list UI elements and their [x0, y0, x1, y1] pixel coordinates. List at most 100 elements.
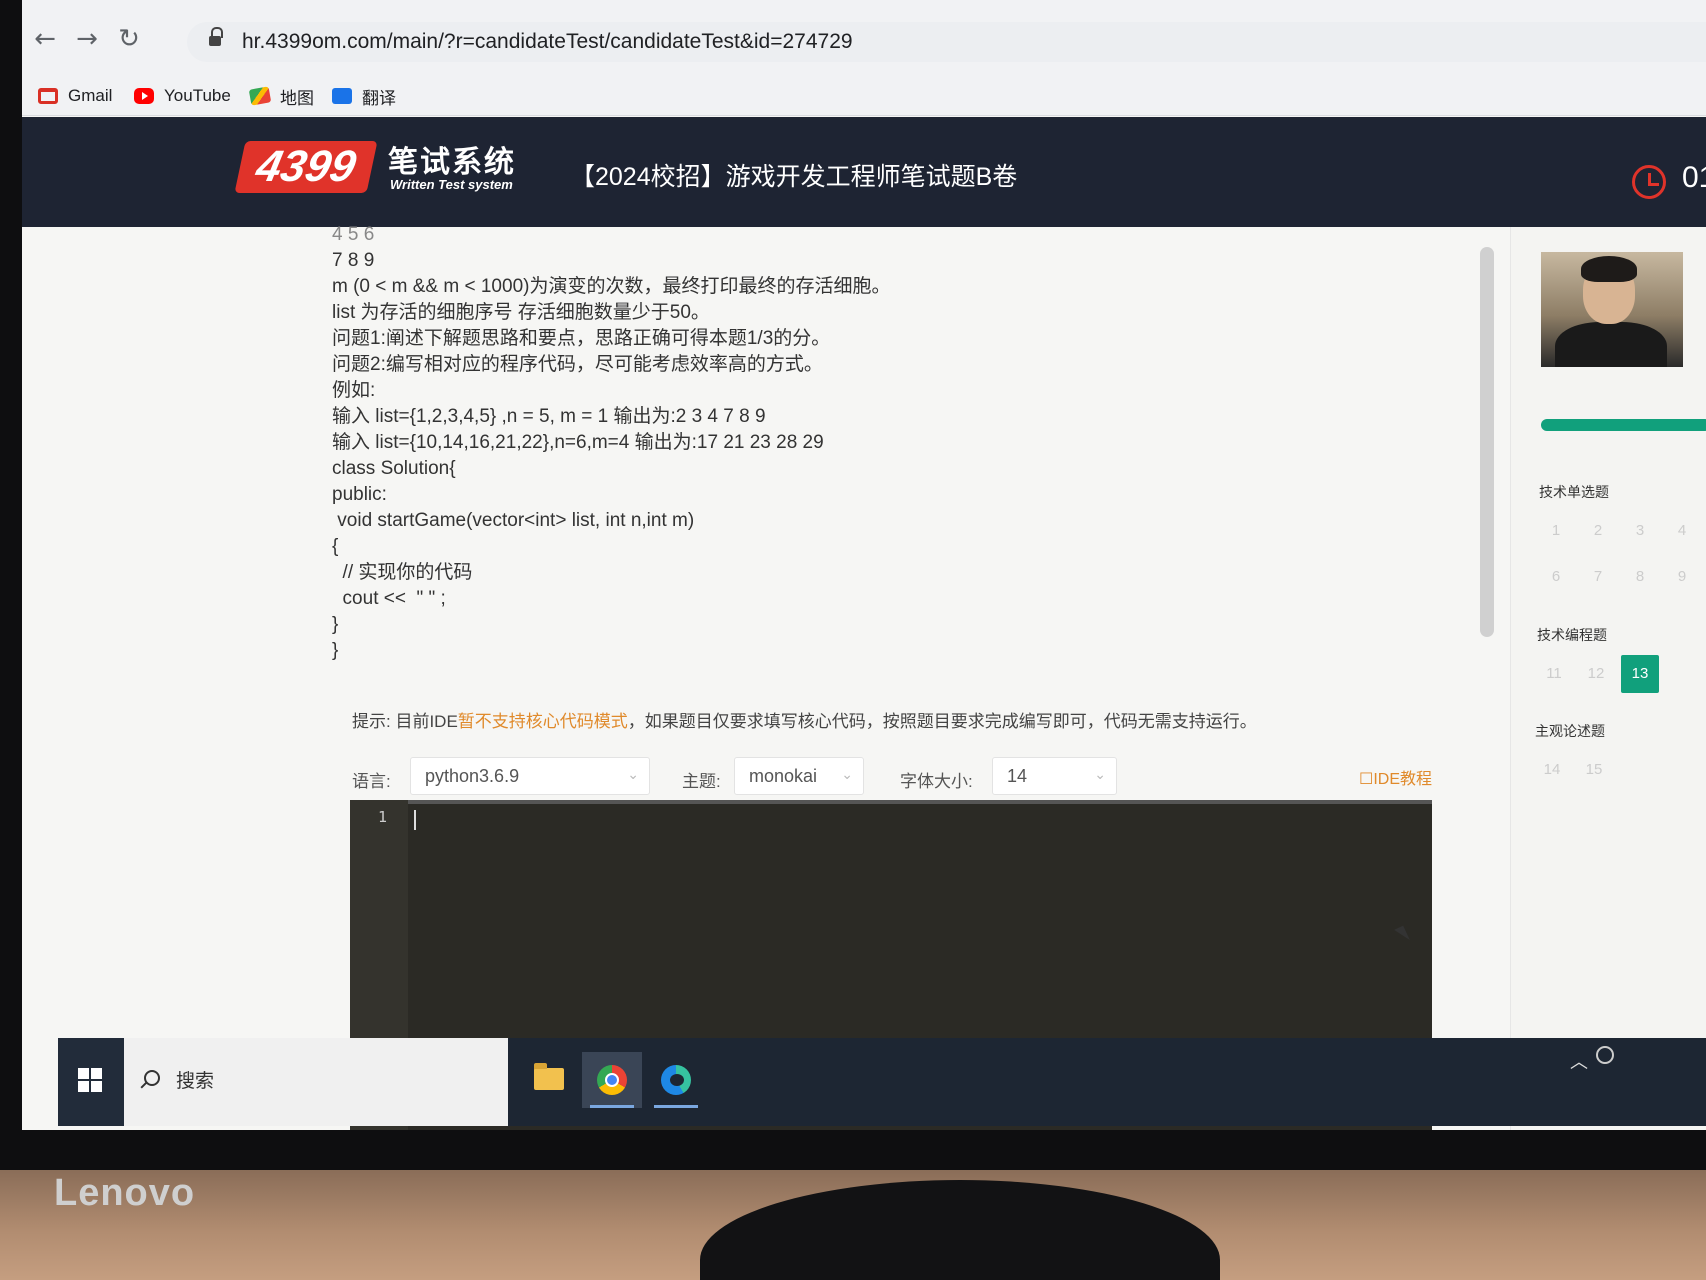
question-number[interactable]: 8	[1621, 558, 1659, 596]
bookmark-youtube[interactable]: YouTube	[134, 82, 231, 110]
folder-icon	[534, 1063, 564, 1090]
question-number[interactable]: 14	[1533, 751, 1571, 789]
lock-icon	[209, 27, 223, 48]
question-line: cout << " " ;	[332, 588, 446, 609]
bookmark-label: 地图	[280, 88, 314, 108]
globe-icon[interactable]	[1596, 1046, 1614, 1064]
maps-icon	[248, 86, 272, 106]
question-number[interactable]: 9	[1663, 558, 1701, 596]
logo-number: 4399	[234, 141, 378, 193]
section-single-choice: 技术单选题	[1539, 484, 1609, 500]
taskbar-chrome[interactable]	[582, 1052, 642, 1108]
text-cursor	[414, 810, 416, 830]
tip-suffix: ，如果题目仅要求填写核心代码，按照题目要求完成编写即可，代码无需支持运行。	[627, 712, 1257, 731]
question-number[interactable]: 6	[1537, 558, 1575, 596]
question-line: public:	[332, 484, 387, 505]
question-number[interactable]: 7	[1579, 558, 1617, 596]
theme-label: 主题:	[682, 772, 721, 791]
search-icon	[144, 1070, 160, 1086]
taskbar-search[interactable]: 搜索	[124, 1038, 508, 1126]
question-line: }	[332, 640, 339, 661]
question-number-active[interactable]: 13	[1621, 655, 1659, 693]
bookmark-maps[interactable]: 地图	[248, 82, 314, 110]
question-line: class Solution{	[332, 458, 456, 479]
question-line: }	[332, 614, 339, 635]
question-line: void startGame(vector<int> list, int n,i…	[332, 510, 695, 531]
windows-taskbar: 搜索 ︿	[58, 1038, 1706, 1126]
question-line: 输入 list={10,14,16,21,22},n=6,m=4 输出为:17 …	[332, 432, 824, 453]
question-line: 例如:	[332, 380, 376, 401]
translate-icon	[332, 88, 352, 104]
question-line: m (0 < m && m < 1000)为演变的次数，最终打印最终的存活细胞。	[332, 276, 891, 297]
font-size-select[interactable]: 14 ⌄	[992, 757, 1117, 795]
chrome-icon	[597, 1065, 627, 1095]
tip-warning: 暂不支持核心代码模式	[457, 712, 628, 731]
webcam-preview	[1541, 252, 1683, 367]
question-line: {	[332, 536, 339, 557]
question-line: 7 8 9	[332, 250, 375, 271]
monitor-brand: Lenovo	[54, 1172, 196, 1214]
address-bar[interactable]: hr.4399om.com/main/?r=candidateTest/cand…	[187, 22, 1706, 62]
section-coding: 技术编程题	[1537, 627, 1607, 643]
question-line: list 为存活的细胞序号 存活细胞数量少于50。	[332, 302, 710, 323]
logo-title: 笔试系统	[388, 146, 516, 179]
right-sidebar: 林 福州 硕士 技术单选题 1 2 3 4 6 7 8 9 技术编程题 11 1…	[1510, 227, 1706, 1130]
ide-help-label: IDE教程	[1373, 771, 1432, 788]
ide-settings-bar: 语言: python3.6.9 ⌄ 主题: monokai ⌄ 字体大小: 14…	[352, 757, 1432, 797]
monitor-controls	[1596, 1105, 1676, 1145]
taskbar-edge[interactable]	[646, 1052, 706, 1108]
question-line: 4 5 6	[332, 224, 375, 245]
back-arrow-icon[interactable]: ←	[28, 22, 62, 56]
bookmark-gmail[interactable]: Gmail	[38, 82, 112, 110]
language-label: 语言:	[352, 772, 391, 791]
bookmark-label: 翻译	[362, 88, 396, 108]
app-header: 4399 笔试系统 Written Test system 【2024校招】游戏…	[22, 117, 1706, 227]
url-text: hr.4399om.com/main/?r=candidateTest/cand…	[242, 30, 853, 53]
windows-logo-icon	[78, 1068, 102, 1092]
start-button[interactable]	[58, 1038, 124, 1126]
theme-value: monokai	[749, 766, 818, 786]
question-line: 问题2:编写相对应的程序代码，尽可能考虑效率高的方式。	[332, 354, 823, 375]
ide-tip: 提示: 目前IDE暂不支持核心代码模式，如果题目仅要求填写核心代码，按照题目要求…	[352, 707, 1402, 732]
ide-help-link[interactable]: ☐IDE教程	[1359, 765, 1432, 789]
browser-toolbar: ← → ↻ hr.4399om.com/main/?r=candidateTes…	[22, 0, 1706, 76]
content-scrollbar[interactable]	[1480, 247, 1494, 637]
bookmarks-bar: Gmail YouTube 地图 翻译	[22, 76, 1706, 116]
bookmark-translate[interactable]: 翻译	[332, 82, 396, 110]
chevron-down-icon: ⌄	[841, 766, 853, 782]
line-number: 1	[378, 808, 388, 826]
screen: ← → ↻ hr.4399om.com/main/?r=candidateTes…	[22, 0, 1706, 1130]
forward-arrow-icon[interactable]: →	[70, 22, 104, 56]
question-number[interactable]: 3	[1621, 512, 1659, 550]
theme-select[interactable]: monokai ⌄	[734, 757, 864, 795]
question-number[interactable]: 4	[1663, 512, 1701, 550]
reload-icon[interactable]: ↻	[112, 22, 146, 56]
question-number[interactable]: 2	[1579, 512, 1617, 550]
alarm-clock-icon	[1632, 165, 1666, 199]
question-number[interactable]: 11	[1535, 655, 1573, 693]
font-size-value: 14	[1007, 766, 1028, 786]
logo-subtitle: Written Test system	[390, 177, 513, 192]
question-line: 输入 list={1,2,3,4,5} ,n = 5, m = 1 输出为:2 …	[332, 406, 766, 427]
editor-top-border	[350, 800, 1432, 804]
question-number[interactable]: 12	[1577, 655, 1615, 693]
question-number[interactable]: 1	[1537, 512, 1575, 550]
question-number[interactable]: 15	[1575, 751, 1613, 789]
section-essay: 主观论述题	[1535, 723, 1605, 739]
question-line: 问题1:阐述下解题思路和要点，思路正确可得本题1/3的分。	[332, 328, 831, 349]
language-select[interactable]: python3.6.9 ⌄	[410, 757, 650, 795]
bookmark-label: YouTube	[164, 86, 231, 105]
tip-prefix: 提示: 目前IDE	[352, 712, 458, 731]
taskbar-file-explorer[interactable]	[518, 1052, 578, 1108]
edge-icon	[661, 1065, 691, 1095]
youtube-icon	[134, 88, 154, 104]
chevron-down-icon: ⌄	[1094, 766, 1106, 782]
chevron-down-icon: ⌄	[627, 766, 639, 782]
countdown-timer: 01	[1682, 161, 1706, 194]
question-text: 4 5 6 7 8 9 m (0 < m && m < 1000)为演变的次数，…	[332, 222, 1332, 664]
exam-title: 【2024校招】游戏开发工程师笔试题B卷	[570, 163, 1018, 191]
bookmark-label: Gmail	[68, 86, 113, 105]
main-content: 4 5 6 7 8 9 m (0 < m && m < 1000)为演变的次数，…	[22, 224, 1706, 1130]
tray-chevron-up-icon[interactable]: ︿	[1570, 1048, 1588, 1074]
gmail-icon	[38, 88, 58, 104]
